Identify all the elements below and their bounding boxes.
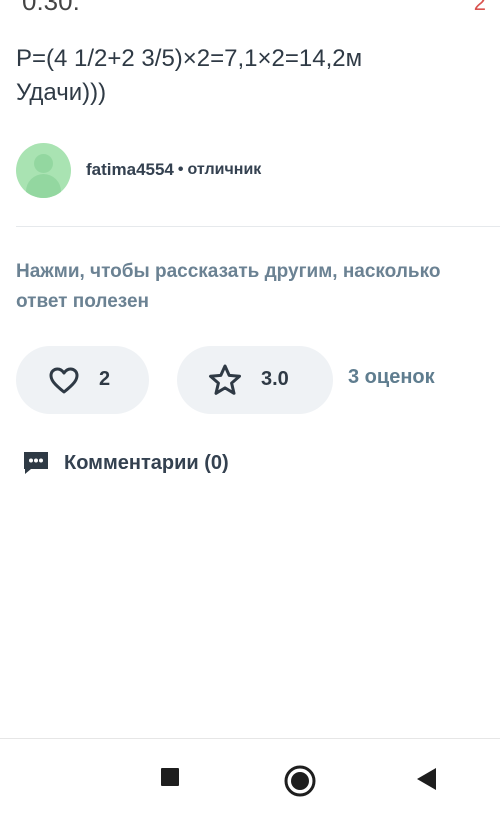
author-name[interactable]: fatima4554 (86, 160, 174, 180)
author-separator: • (177, 161, 184, 178)
helpful-prompt-line-1: Нажми, чтобы рассказать другим, наскольк… (16, 261, 441, 282)
avatar-body-shape (26, 173, 61, 198)
like-button[interactable]: 2 (16, 346, 149, 414)
rate-button[interactable]: 3.0 (177, 346, 333, 414)
avatar[interactable] (16, 142, 71, 198)
comments-toggle[interactable]: Комментарии (0) (22, 450, 229, 476)
author-block[interactable]: fatima4554 • отличник (16, 142, 261, 198)
status-time-fragment: 0:30: (22, 0, 80, 16)
like-count: 2 (99, 368, 111, 390)
answer-line-1: P=(4 1/2+2 3/5)×2=7,1×2=14,2м (16, 45, 363, 72)
comments-label: Комментарии (0) (64, 451, 229, 474)
rating-value: 3.0 (261, 368, 289, 390)
square-icon (161, 768, 179, 786)
divider (16, 226, 500, 227)
heart-icon (49, 367, 79, 394)
ratings-count: 3 оценок (348, 366, 435, 388)
answer-line-2: Удачи))) (16, 79, 107, 106)
author-rank: отличник (187, 161, 262, 178)
back-triangle-icon (417, 768, 436, 790)
circle-icon (284, 765, 316, 797)
helpful-prompt: Нажми, чтобы рассказать другим, наскольк… (16, 257, 500, 317)
star-icon (209, 364, 241, 395)
comment-icon (24, 452, 48, 474)
system-navigation-bar (0, 738, 500, 823)
status-indicator: 2 (473, 0, 486, 15)
answer-text: P=(4 1/2+2 3/5)×2=7,1×2=14,2м Удачи))) (16, 42, 490, 110)
helpful-prompt-line-2: ответ полезен (16, 291, 149, 312)
recent-apps-button[interactable] (160, 767, 180, 792)
avatar-head-shape (34, 153, 53, 173)
back-button[interactable] (415, 767, 437, 796)
home-button[interactable] (284, 765, 316, 802)
